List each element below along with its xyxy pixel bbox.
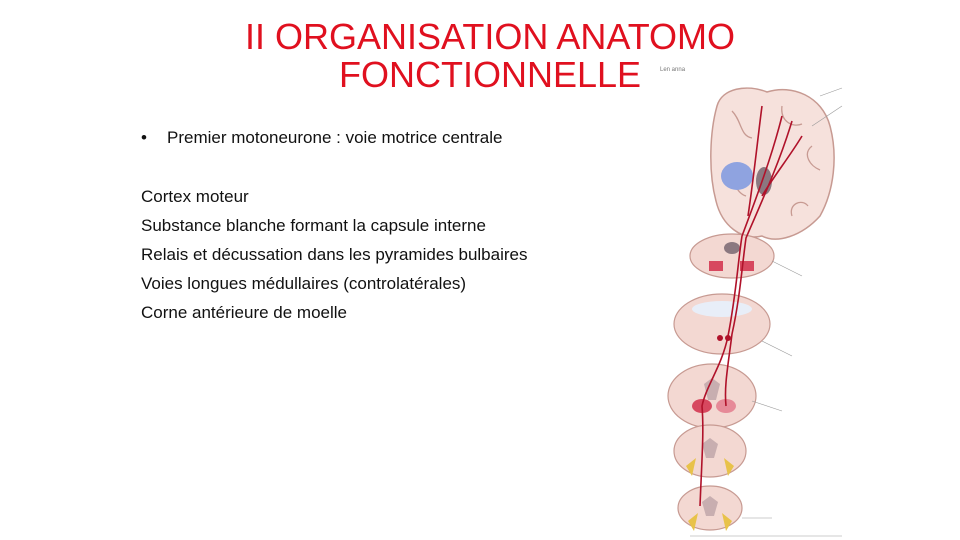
text-line: Voies longues médullaires (controlatéral… bbox=[141, 274, 467, 293]
brainstem-section bbox=[689, 233, 775, 279]
text-line: Relais et décussation dans les pyramides… bbox=[141, 245, 528, 264]
brain-section bbox=[710, 87, 835, 240]
body-text: Cortex moteur Substance blanche formant … bbox=[141, 185, 527, 330]
bullet-marker: • bbox=[141, 128, 147, 147]
cervical-cord-section bbox=[667, 363, 757, 429]
thoracic-cord-section bbox=[673, 424, 747, 478]
medulla-section bbox=[673, 293, 771, 355]
bullet-item: • Premier motoneurone : voie motrice cent… bbox=[141, 128, 502, 148]
ventricle bbox=[721, 162, 753, 190]
slide: II ORGANISATION ANATOMO FONCTIONNELLE • P… bbox=[0, 0, 960, 540]
bullet-text: Premier motoneurone : voie motrice centr… bbox=[167, 128, 503, 147]
text-line: Cortex moteur bbox=[141, 187, 249, 206]
text-line: Substance blanche formant la capsule int… bbox=[141, 216, 486, 235]
motor-pathway-illustration bbox=[667, 87, 843, 537]
text-line: Corne antérieure de moelle bbox=[141, 303, 348, 322]
title-line-1: II ORGANISATION ANATOMO bbox=[244, 16, 736, 57]
lumbar-cord-section bbox=[677, 485, 743, 531]
